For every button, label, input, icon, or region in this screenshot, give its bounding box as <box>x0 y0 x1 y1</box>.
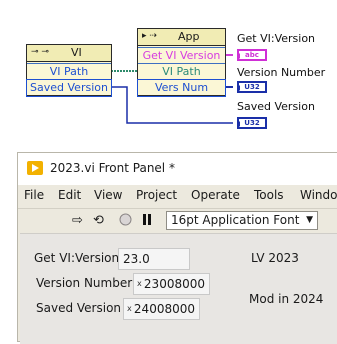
app-node-row-vi-path[interactable]: VI Path <box>138 63 225 80</box>
vi-node-row-vi-path[interactable]: VI Path <box>27 63 111 80</box>
menu-view[interactable]: View <box>94 188 122 202</box>
get-vi-version-value: 23.0 <box>123 252 150 266</box>
vi-node-title: VI <box>71 46 82 59</box>
version-number-terminal[interactable]: U32 <box>237 81 267 93</box>
app-property-node[interactable]: ▸ ⇢ App Get VI Version VI Path Vers Num <box>137 28 226 97</box>
menu-bar: File Edit View Project Operate Tools Win… <box>18 185 337 207</box>
title-bar[interactable]: 2023.vi Front Panel * <box>18 153 337 185</box>
app-node-row-get-vi-version[interactable]: Get VI Version <box>138 47 225 64</box>
run-arrow-icon[interactable]: ⇨ <box>72 213 83 228</box>
version-number-label: Version Number <box>237 66 326 79</box>
menu-operate[interactable]: Operate <box>191 188 240 202</box>
hex-radix-indicator[interactable]: x <box>137 274 142 294</box>
menu-edit[interactable]: Edit <box>58 188 81 202</box>
version-number-label: Version Number <box>36 276 133 290</box>
abort-icon[interactable] <box>119 213 132 230</box>
mod-note: Mod in 2024 <box>249 292 324 306</box>
saved-version-indicator[interactable]: x 24008000 <box>123 298 200 320</box>
font-select-value: 16pt Application Font <box>171 213 300 227</box>
vi-node-header: ⊸ ⊸ VI <box>27 45 111 62</box>
font-select[interactable]: 16pt Application Font ▼ <box>166 211 318 230</box>
lv-version-note: LV 2023 <box>251 251 299 265</box>
vi-refnum-icon: ⊸ ⊸ <box>31 47 49 57</box>
labview-logo-icon <box>27 161 43 175</box>
saved-version-label: Saved Version <box>36 301 122 315</box>
menu-file[interactable]: File <box>24 188 44 202</box>
vi-node-row-saved-version[interactable]: Saved Version <box>26 79 112 97</box>
hex-radix-indicator[interactable]: x <box>127 299 132 319</box>
get-vi-version-label: Get VI:Version <box>34 251 120 265</box>
window-title: 2023.vi Front Panel * <box>50 161 175 175</box>
saved-version-label: Saved Version <box>237 100 315 113</box>
menu-tools[interactable]: Tools <box>254 188 284 202</box>
run-continuous-icon[interactable]: ⟲ <box>93 213 104 228</box>
get-vi-version-label: Get VI:Version <box>237 32 316 45</box>
app-node-row-vers-num[interactable]: Vers Num <box>137 79 226 97</box>
saved-version-terminal[interactable]: U32 <box>237 117 267 129</box>
toolbar: ⇨ ⟲ 16pt Application Font ▼ <box>18 208 337 233</box>
menu-project[interactable]: Project <box>136 188 177 202</box>
version-number-indicator[interactable]: x 23008000 <box>133 273 210 295</box>
vi-property-node[interactable]: ⊸ ⊸ VI VI Path Saved Version <box>26 44 112 97</box>
saved-version-value: 24008000 <box>133 302 195 316</box>
pause-icon[interactable] <box>142 213 153 230</box>
front-panel-window: 2023.vi Front Panel * File Edit View Pro… <box>17 152 337 344</box>
chevron-down-icon: ▼ <box>306 215 313 225</box>
front-panel-canvas: Get VI:Version 23.0 Version Number x 230… <box>20 233 337 344</box>
app-node-header: ▸ ⇢ App <box>138 29 225 46</box>
app-node-title: App <box>178 30 200 43</box>
get-vi-version-terminal[interactable]: abc <box>237 49 267 61</box>
version-number-value: 23008000 <box>143 277 205 291</box>
app-refnum-icon: ▸ ⇢ <box>142 31 157 41</box>
get-vi-version-indicator[interactable]: 23.0 <box>118 248 190 270</box>
menu-window[interactable]: Windo <box>300 188 337 202</box>
